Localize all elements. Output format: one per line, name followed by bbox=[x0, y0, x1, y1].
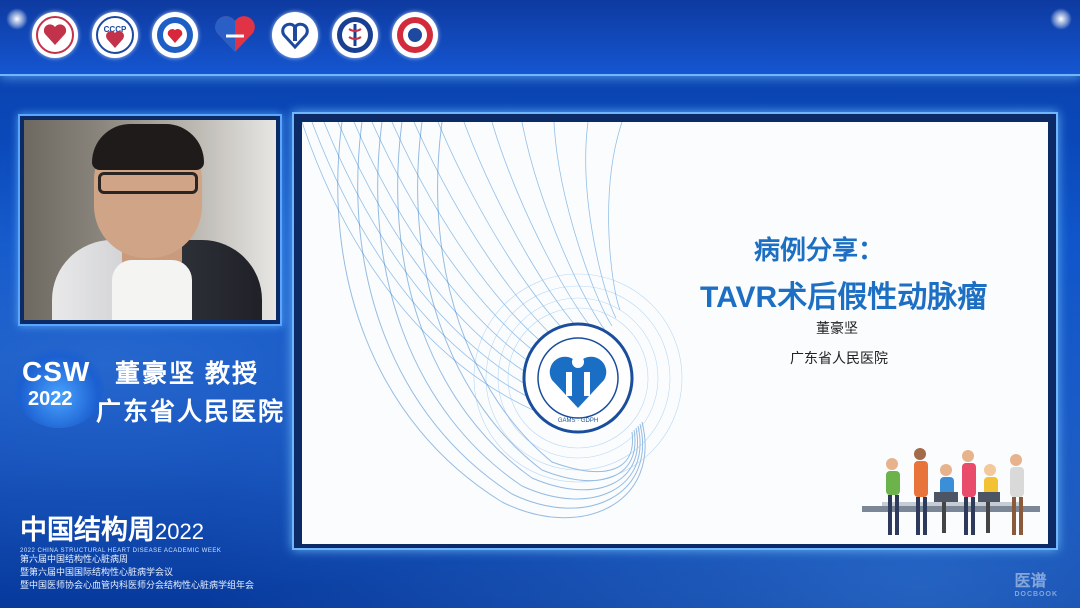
emblem-text: GAMS · GDPH bbox=[558, 418, 598, 424]
speaker-caption: CSW 2022 董豪坚 教授 广东省人民医院 bbox=[0, 340, 292, 436]
light-flare-icon bbox=[1050, 8, 1072, 30]
watermark-sub: DOCBOOK bbox=[1014, 591, 1058, 598]
slide-organization: 广东省人民医院 bbox=[790, 350, 888, 366]
person-6 bbox=[1010, 454, 1024, 535]
hospital-emblem-logo: GAMS · GDPH bbox=[522, 322, 634, 434]
speaker-organization: 广东省人民医院 bbox=[96, 398, 286, 426]
csw-badge-logo: CSW 2022 bbox=[14, 348, 104, 428]
presentation-slide: GAMS · GDPH 病例分享： TAVR术后假性动脉瘤 董豪坚 广东省人民医… bbox=[302, 122, 1048, 544]
glasses-icon bbox=[98, 172, 198, 194]
slide-author: 董豪坚 bbox=[816, 320, 858, 336]
event-line-3: 暨中国医师协会心血管内科医师分会结构性心脏病学组年会 bbox=[20, 581, 255, 591]
person-2 bbox=[914, 448, 928, 535]
foundation-logo-icon bbox=[392, 12, 438, 58]
medical-society-logo-icon bbox=[332, 12, 378, 58]
slide-title-line-2: TAVR术后假性动脉瘤 bbox=[700, 281, 988, 314]
laptop-icon bbox=[934, 492, 958, 502]
slide-title-line-1: 病例分享： bbox=[754, 235, 885, 265]
watermark-text: 医谱 bbox=[1014, 573, 1047, 590]
csw-badge-year: 2022 bbox=[28, 388, 73, 410]
csw-badge-text: CSW bbox=[22, 356, 91, 387]
person-1 bbox=[886, 458, 900, 535]
heart-hands-logo-icon bbox=[212, 12, 258, 58]
association-logo-icon bbox=[32, 12, 78, 58]
speaker-name: 董豪坚 教授 bbox=[115, 360, 259, 388]
presentation-frame: GAMS · GDPH 病例分享： TAVR术后假性动脉瘤 董豪坚 广东省人民医… bbox=[292, 112, 1058, 550]
event-line-1: 第六届中国结构性心脏病周 bbox=[20, 555, 129, 565]
light-flare-icon bbox=[6, 8, 28, 30]
event-title: 中国结构周2022 bbox=[20, 508, 280, 547]
event-branding: 中国结构周2022 2022 CHINA STRUCTURAL HEART DI… bbox=[20, 508, 280, 593]
sponsor-logos: CCCP bbox=[32, 12, 438, 58]
speaker-video-frame bbox=[18, 114, 282, 326]
heart-center-logo-icon bbox=[272, 12, 318, 58]
event-line-2: 暨第六届中国国际结构性心脏病学会议 bbox=[20, 568, 174, 578]
team-illustration bbox=[862, 448, 1040, 535]
speaker-video bbox=[24, 120, 276, 320]
top-banner: CCCP bbox=[0, 0, 1080, 76]
cccp-logo-icon: CCCP bbox=[92, 12, 138, 58]
watermark: 医谱 DOCBOOK bbox=[1014, 567, 1058, 598]
laptop-icon bbox=[978, 492, 1000, 502]
event-year: 2022 bbox=[155, 519, 204, 544]
person-4 bbox=[962, 450, 976, 535]
event-title-text: 中国结构周 bbox=[20, 515, 155, 546]
heart-emblem-logo-icon bbox=[152, 12, 198, 58]
